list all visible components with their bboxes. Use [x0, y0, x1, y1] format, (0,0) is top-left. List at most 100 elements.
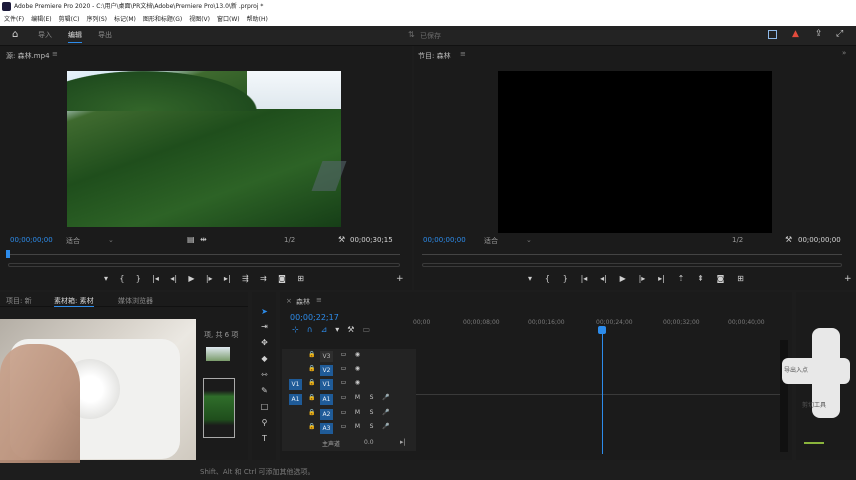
camera-icon[interactable]: ◙ [717, 274, 725, 284]
menu-window[interactable]: 窗口(W) [217, 16, 240, 23]
step-back-icon[interactable]: ◂| [600, 274, 607, 284]
add-marker-icon[interactable]: ▾ [104, 274, 108, 284]
wrench-icon[interactable]: ⚒ [338, 235, 345, 244]
menu-help[interactable]: 帮助(H) [247, 16, 268, 23]
alert-icon[interactable]: ▲ [792, 29, 799, 39]
fit-dropdown-icon[interactable]: ⌄ [526, 236, 532, 244]
menu-view[interactable]: 视图(V) [189, 16, 210, 23]
source-fit-select[interactable]: 适合 [66, 236, 80, 246]
eye-icon[interactable]: ◉ [354, 365, 361, 372]
selected-clip-thumbnail[interactable] [203, 378, 235, 438]
sync-lock-icon[interactable]: ▭ [340, 379, 347, 386]
track-target-v3[interactable]: V3 [320, 351, 333, 362]
export-icon[interactable]: ⇪ [815, 29, 823, 39]
step-back-icon[interactable]: ◂| [170, 274, 177, 284]
play-icon[interactable]: ▶ [620, 274, 626, 284]
panel-menu-icon[interactable]: ≡ [460, 50, 466, 58]
clip-thumbnail[interactable] [206, 347, 230, 361]
timeline-timecode[interactable]: 00;00;22;17 [290, 313, 339, 322]
tab-export[interactable]: 导出 [98, 30, 112, 40]
source-monitor-title[interactable]: 源: 森林.mp4 [6, 51, 50, 61]
sync-lock-icon[interactable]: ▭ [340, 351, 347, 358]
button-editor-icon[interactable]: ⊞ [737, 274, 744, 284]
source-patch-v1[interactable]: V1 [289, 379, 302, 390]
nest-icon[interactable]: ⊹ [292, 325, 299, 335]
microphone-icon[interactable]: 🎤 [382, 394, 389, 401]
mark-out-icon[interactable]: } [136, 274, 141, 284]
menu-clip[interactable]: 剪辑(C) [59, 16, 80, 23]
lock-icon[interactable]: 🔒 [308, 351, 315, 358]
lock-icon[interactable]: 🔒 [308, 365, 315, 372]
lock-icon[interactable]: 🔒 [308, 394, 315, 401]
microphone-icon[interactable]: 🎤 [382, 423, 389, 430]
add-button-icon[interactable]: + [396, 274, 404, 284]
add-marker-icon[interactable]: ▾ [335, 325, 339, 335]
mute-button[interactable]: M [354, 394, 361, 401]
panel-menu-icon[interactable]: ≡ [52, 50, 58, 58]
tab-bin[interactable]: 素材箱: 素材 [54, 296, 94, 307]
eye-icon[interactable]: ◉ [354, 379, 361, 386]
go-to-out-icon[interactable]: ▸| [658, 274, 665, 284]
pen-tool-icon[interactable]: ✎ [260, 386, 269, 395]
home-icon[interactable]: ⌂ [12, 30, 18, 40]
sync-lock-icon[interactable]: ▭ [340, 409, 347, 416]
source-zoom-bar[interactable] [8, 263, 400, 267]
lift-icon[interactable]: ⇡ [678, 274, 685, 284]
fit-dropdown-icon[interactable]: ⌄ [108, 236, 114, 244]
go-to-in-icon[interactable]: |◂ [581, 274, 588, 284]
step-forward-icon[interactable]: |▸ [206, 274, 213, 284]
time-ruler[interactable]: 00;00 00;00;08;00 00;00;16;00 00;00;24;0… [413, 316, 781, 332]
ripple-edit-tool-icon[interactable]: ✥ [260, 338, 269, 347]
sequence-tab[interactable]: 森林 [296, 297, 310, 307]
mute-button[interactable]: M [354, 423, 361, 430]
mark-in-icon[interactable]: { [545, 274, 550, 284]
slip-tool-icon[interactable]: ⇿ [260, 370, 269, 379]
source-scrub-bar[interactable] [8, 254, 400, 255]
source-resolution-select[interactable]: 1/2 [284, 236, 295, 244]
expand-panel-icon[interactable]: » [842, 49, 846, 57]
lock-icon[interactable]: 🔒 [308, 423, 315, 430]
step-forward-icon[interactable]: |▸ [639, 274, 646, 284]
go-to-in-icon[interactable]: |◂ [152, 274, 159, 284]
microphone-icon[interactable]: 🎤 [382, 409, 389, 416]
snap-icon[interactable]: ∩ [307, 325, 313, 335]
button-editor-icon[interactable]: ⊞ [297, 274, 304, 284]
source-current-timecode[interactable]: 00;00;00;00 [10, 236, 53, 244]
track-target-v1[interactable]: V1 [320, 379, 333, 390]
mute-button[interactable]: M [354, 409, 361, 416]
add-marker-icon[interactable]: ▾ [528, 274, 532, 284]
extract-icon[interactable]: ⇞ [697, 274, 704, 284]
solo-button[interactable]: S [368, 409, 375, 416]
hand-tool-icon[interactable]: ⚲ [260, 418, 269, 427]
share-screen-icon[interactable] [768, 30, 777, 39]
track-target-a3[interactable]: A3 [320, 423, 333, 434]
overwrite-clip-icon[interactable]: ⇉ [260, 274, 267, 284]
close-tab-icon[interactable]: × [286, 297, 292, 305]
menu-edit[interactable]: 编辑(E) [31, 16, 51, 23]
lock-icon[interactable]: 🔒 [308, 409, 315, 416]
track-target-v2[interactable]: V2 [320, 365, 333, 376]
program-current-timecode[interactable]: 00;00;00;00 [423, 236, 466, 244]
type-tool-icon[interactable]: T [260, 434, 269, 443]
source-patch-a1[interactable]: A1 [289, 394, 302, 405]
tab-media-browser[interactable]: 媒体浏览器 [118, 296, 153, 306]
caption-icon[interactable]: ▭ [362, 325, 370, 335]
mark-in-icon[interactable]: { [119, 274, 124, 284]
add-button-icon[interactable]: + [844, 274, 852, 284]
program-fit-select[interactable]: 适合 [484, 236, 498, 246]
sync-lock-icon[interactable]: ▭ [340, 423, 347, 430]
program-zoom-bar[interactable] [422, 263, 842, 267]
solo-button[interactable]: S [368, 394, 375, 401]
tab-edit[interactable]: 编辑 [68, 30, 82, 43]
lock-icon[interactable]: 🔒 [308, 379, 315, 386]
source-playhead[interactable] [6, 250, 10, 258]
timeline-playhead-handle[interactable] [598, 326, 606, 334]
track-target-a1[interactable]: A1 [320, 394, 333, 405]
linked-select-icon[interactable]: ⊿ [321, 325, 328, 335]
sync-lock-icon[interactable]: ▭ [340, 365, 347, 372]
sync-lock-icon[interactable]: ▭ [340, 394, 347, 401]
solo-button[interactable]: S [368, 423, 375, 430]
selection-tool-icon[interactable]: ➤ [260, 307, 269, 316]
insert-clip-icon[interactable]: ⇶ [242, 274, 249, 284]
rectangle-tool-icon[interactable]: □ [260, 402, 269, 411]
